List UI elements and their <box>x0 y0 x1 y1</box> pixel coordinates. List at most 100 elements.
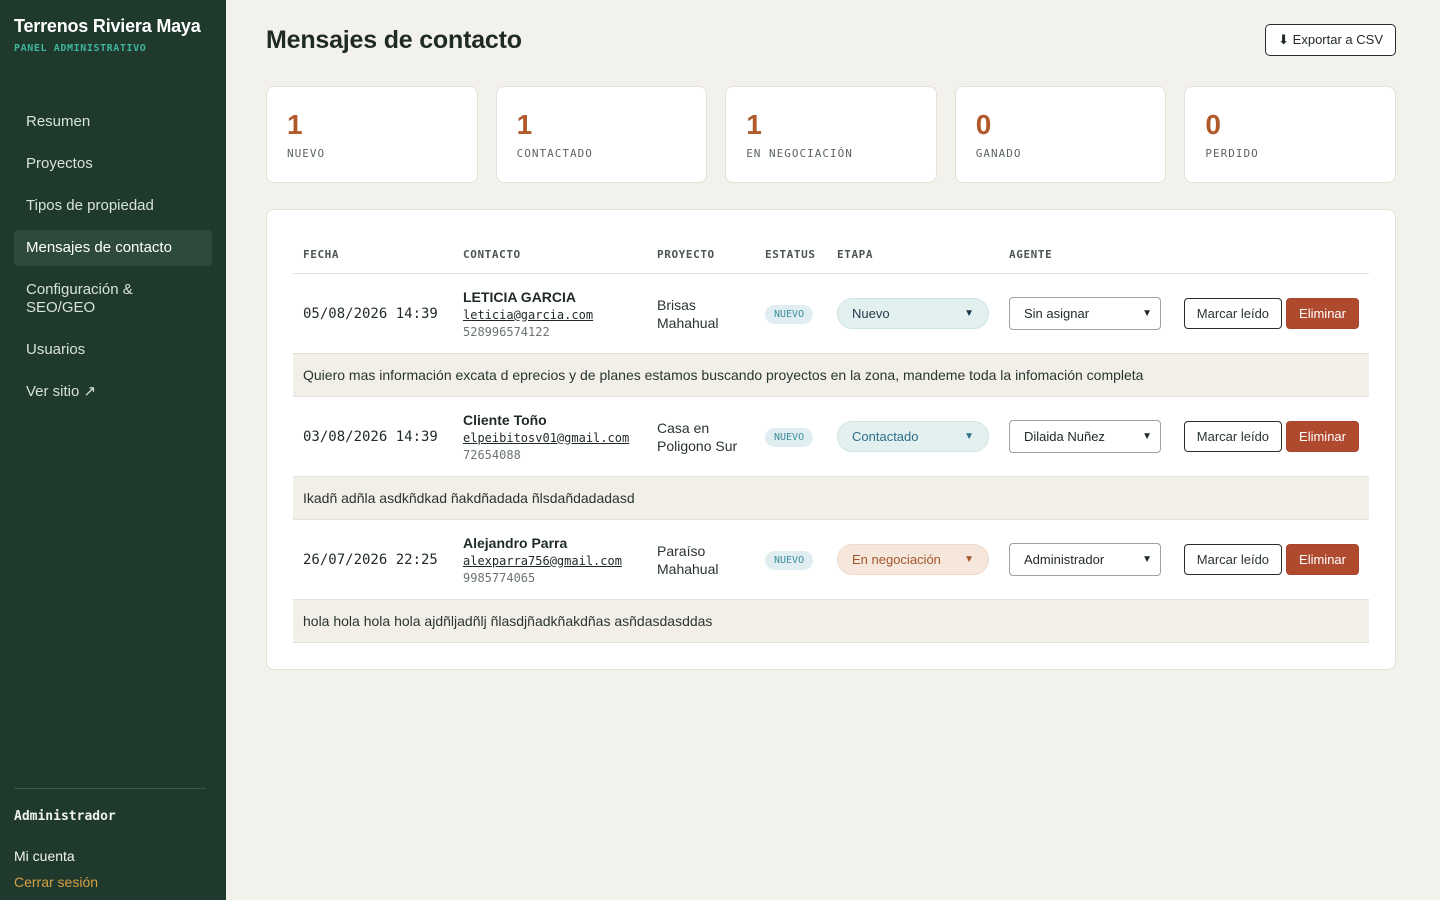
stat-card-en-negociacion: 1 EN NEGOCIACIÓN <box>725 86 937 183</box>
message-row: Ikadñ adñla asdkñdkad ñakdñadada ñlsdañd… <box>293 476 1369 520</box>
project-name: Paraíso Mahahual <box>657 542 719 577</box>
sidebar-item-mensajes-de-contacto[interactable]: Mensajes de contacto <box>14 230 212 266</box>
stat-card-nuevo: 1 NUEVO <box>266 86 478 183</box>
column-header-contact: CONTACTO <box>453 236 647 274</box>
message-text: hola hola hola hola ajdñljadñlj ñlasdjña… <box>293 599 1369 643</box>
page-title: Mensajes de contacto <box>266 25 522 54</box>
mark-read-button[interactable]: Marcar leído <box>1183 544 1283 575</box>
contact-name: Alejandro Parra <box>463 534 568 551</box>
stat-card-ganado: 0 GANADO <box>954 86 1167 183</box>
current-user: Administrador <box>14 809 116 824</box>
stat-value: 1 <box>287 109 303 140</box>
chevron-down-icon: ▼ <box>964 431 974 442</box>
contact-phone: 528996574122 <box>463 324 550 339</box>
sidebar: Terrenos Riviera Maya PANEL ADMINISTRATI… <box>0 0 226 900</box>
stage-select[interactable]: En negociación ▼ <box>837 544 989 575</box>
contact-phone: 9985774065 <box>463 570 536 585</box>
sidebar-item-tipos-de-propiedad[interactable]: Tipos de propiedad <box>14 188 212 224</box>
contact-cell: LETICIA GARCIA leticia@garcia.com 528996… <box>453 274 647 354</box>
status-cell: NUEVO <box>755 274 827 354</box>
stat-card-perdido: 0 PERDIDO <box>1184 86 1396 183</box>
brand-title: Terrenos Riviera Maya <box>14 16 201 36</box>
stage-cell: Nuevo ▼ <box>827 274 999 354</box>
message-text: Ikadñ adñla asdkñdkad ñakdñadada ñlsdañd… <box>293 476 1369 520</box>
chevron-down-icon: ▼ <box>1142 431 1152 442</box>
messages-table: FECHA CONTACTO PROYECTO ESTATUS ETAPA AG… <box>293 236 1369 643</box>
brand-subtitle: PANEL ADMINISTRATIVO <box>14 43 147 54</box>
stat-label: NUEVO <box>287 147 326 160</box>
column-header-agent: AGENTE <box>999 236 1171 274</box>
contact-phone: 72654088 <box>463 447 521 462</box>
column-header-date: FECHA <box>293 236 453 274</box>
stage-cell: En negociación ▼ <box>827 520 999 600</box>
message-row: hola hola hola hola ajdñljadñlj ñlasdjña… <box>293 599 1369 643</box>
status-badge: NUEVO <box>765 427 814 447</box>
column-header-stage: ETAPA <box>827 236 999 274</box>
mark-read-button[interactable]: Marcar leído <box>1183 421 1283 452</box>
stage-select-value: Nuevo <box>852 306 890 321</box>
column-header-project: PROYECTO <box>647 236 755 274</box>
sidebar-item-ver-sitio[interactable]: Ver sitio ↗ <box>14 374 212 410</box>
status-badge: NUEVO <box>765 550 814 570</box>
column-header-actions <box>1171 236 1369 274</box>
stat-label: EN NEGOCIACIÓN <box>746 147 853 160</box>
stat-value: 0 <box>975 109 992 140</box>
agent-select-value: Sin asignar <box>1024 306 1090 321</box>
sidebar-item-usuarios[interactable]: Usuarios <box>14 332 212 368</box>
sidebar-nav: Resumen Proyectos Tipos de propiedad Men… <box>14 104 212 410</box>
stat-value: 1 <box>516 109 533 140</box>
stat-value: 1 <box>746 109 762 140</box>
delete-button[interactable]: Eliminar <box>1286 544 1359 575</box>
agent-select[interactable]: Administrador ▼ <box>1009 543 1161 576</box>
agent-cell: Administrador ▼ <box>999 520 1171 600</box>
status-badge: NUEVO <box>765 304 814 324</box>
status-cell: NUEVO <box>755 397 827 477</box>
message-date: 26/07/2026 22:25 <box>303 551 438 568</box>
delete-button[interactable]: Eliminar <box>1286 421 1359 452</box>
contact-email-link[interactable]: alexparra756@gmail.com <box>463 554 637 568</box>
status-cell: NUEVO <box>755 520 827 600</box>
sidebar-item-proyectos[interactable]: Proyectos <box>14 146 212 182</box>
actions-cell: Marcar leído Eliminar <box>1171 397 1369 477</box>
contact-email-link[interactable]: elpeibitosv01@gmail.com <box>463 431 637 445</box>
page-header: Mensajes de contacto ⬇ Exportar a CSV <box>266 0 1396 80</box>
stage-select-value: Contactado <box>852 429 919 444</box>
stat-value: 0 <box>1205 109 1221 140</box>
delete-button[interactable]: Eliminar <box>1286 298 1359 329</box>
table-row: 05/08/2026 14:39 LETICIA GARCIA leticia@… <box>293 274 1369 354</box>
main-content: Mensajes de contacto ⬇ Exportar a CSV 1 … <box>226 0 1440 900</box>
agent-select[interactable]: Dilaida Nuñez ▼ <box>1009 420 1161 453</box>
export-csv-button[interactable]: ⬇ Exportar a CSV <box>1265 24 1396 56</box>
contact-cell: Alejandro Parra alexparra756@gmail.com 9… <box>453 520 647 600</box>
message-text: Quiero mas información excata d eprecios… <box>293 353 1369 397</box>
agent-select[interactable]: Sin asignar ▼ <box>1009 297 1161 330</box>
messages-table-card: FECHA CONTACTO PROYECTO ESTATUS ETAPA AG… <box>266 209 1396 670</box>
chevron-down-icon: ▼ <box>1142 308 1152 319</box>
sidebar-item-resumen[interactable]: Resumen <box>14 104 212 140</box>
table-row: 03/08/2026 14:39 Cliente Toño elpeibitos… <box>293 397 1369 477</box>
agent-cell: Sin asignar ▼ <box>999 274 1171 354</box>
message-row: Quiero mas información excata d eprecios… <box>293 353 1369 397</box>
sidebar-item-configuracion-seo[interactable]: Configuración & SEO/GEO <box>14 272 154 326</box>
stats-row: 1 NUEVO 1 CONTACTADO 1 EN NEGOCIACIÓN 0 … <box>266 86 1396 183</box>
agent-select-value: Dilaida Nuñez <box>1024 429 1105 444</box>
chevron-down-icon: ▼ <box>1142 554 1152 565</box>
agent-cell: Dilaida Nuñez ▼ <box>999 397 1171 477</box>
chevron-down-icon: ▼ <box>964 554 974 565</box>
contact-email-link[interactable]: leticia@garcia.com <box>463 308 637 322</box>
message-date: 05/08/2026 14:39 <box>303 305 438 322</box>
chevron-down-icon: ▼ <box>964 308 974 319</box>
table-row: 26/07/2026 22:25 Alejandro Parra alexpar… <box>293 520 1369 600</box>
logout-link[interactable]: Cerrar sesión <box>14 874 206 890</box>
project-name: Brisas Mahahual <box>657 296 719 331</box>
table-header-row: FECHA CONTACTO PROYECTO ESTATUS ETAPA AG… <box>293 236 1369 274</box>
agent-select-value: Administrador <box>1024 552 1105 567</box>
sidebar-footer: Administrador Mi cuenta Cerrar sesión <box>14 788 206 890</box>
stat-label: GANADO <box>975 147 1022 160</box>
mark-read-button[interactable]: Marcar leído <box>1183 298 1283 329</box>
my-account-link[interactable]: Mi cuenta <box>14 848 206 864</box>
stage-select[interactable]: Contactado ▼ <box>837 421 989 452</box>
message-date: 03/08/2026 14:39 <box>303 428 438 445</box>
stage-select[interactable]: Nuevo ▼ <box>837 298 989 329</box>
actions-cell: Marcar leído Eliminar <box>1171 274 1369 354</box>
